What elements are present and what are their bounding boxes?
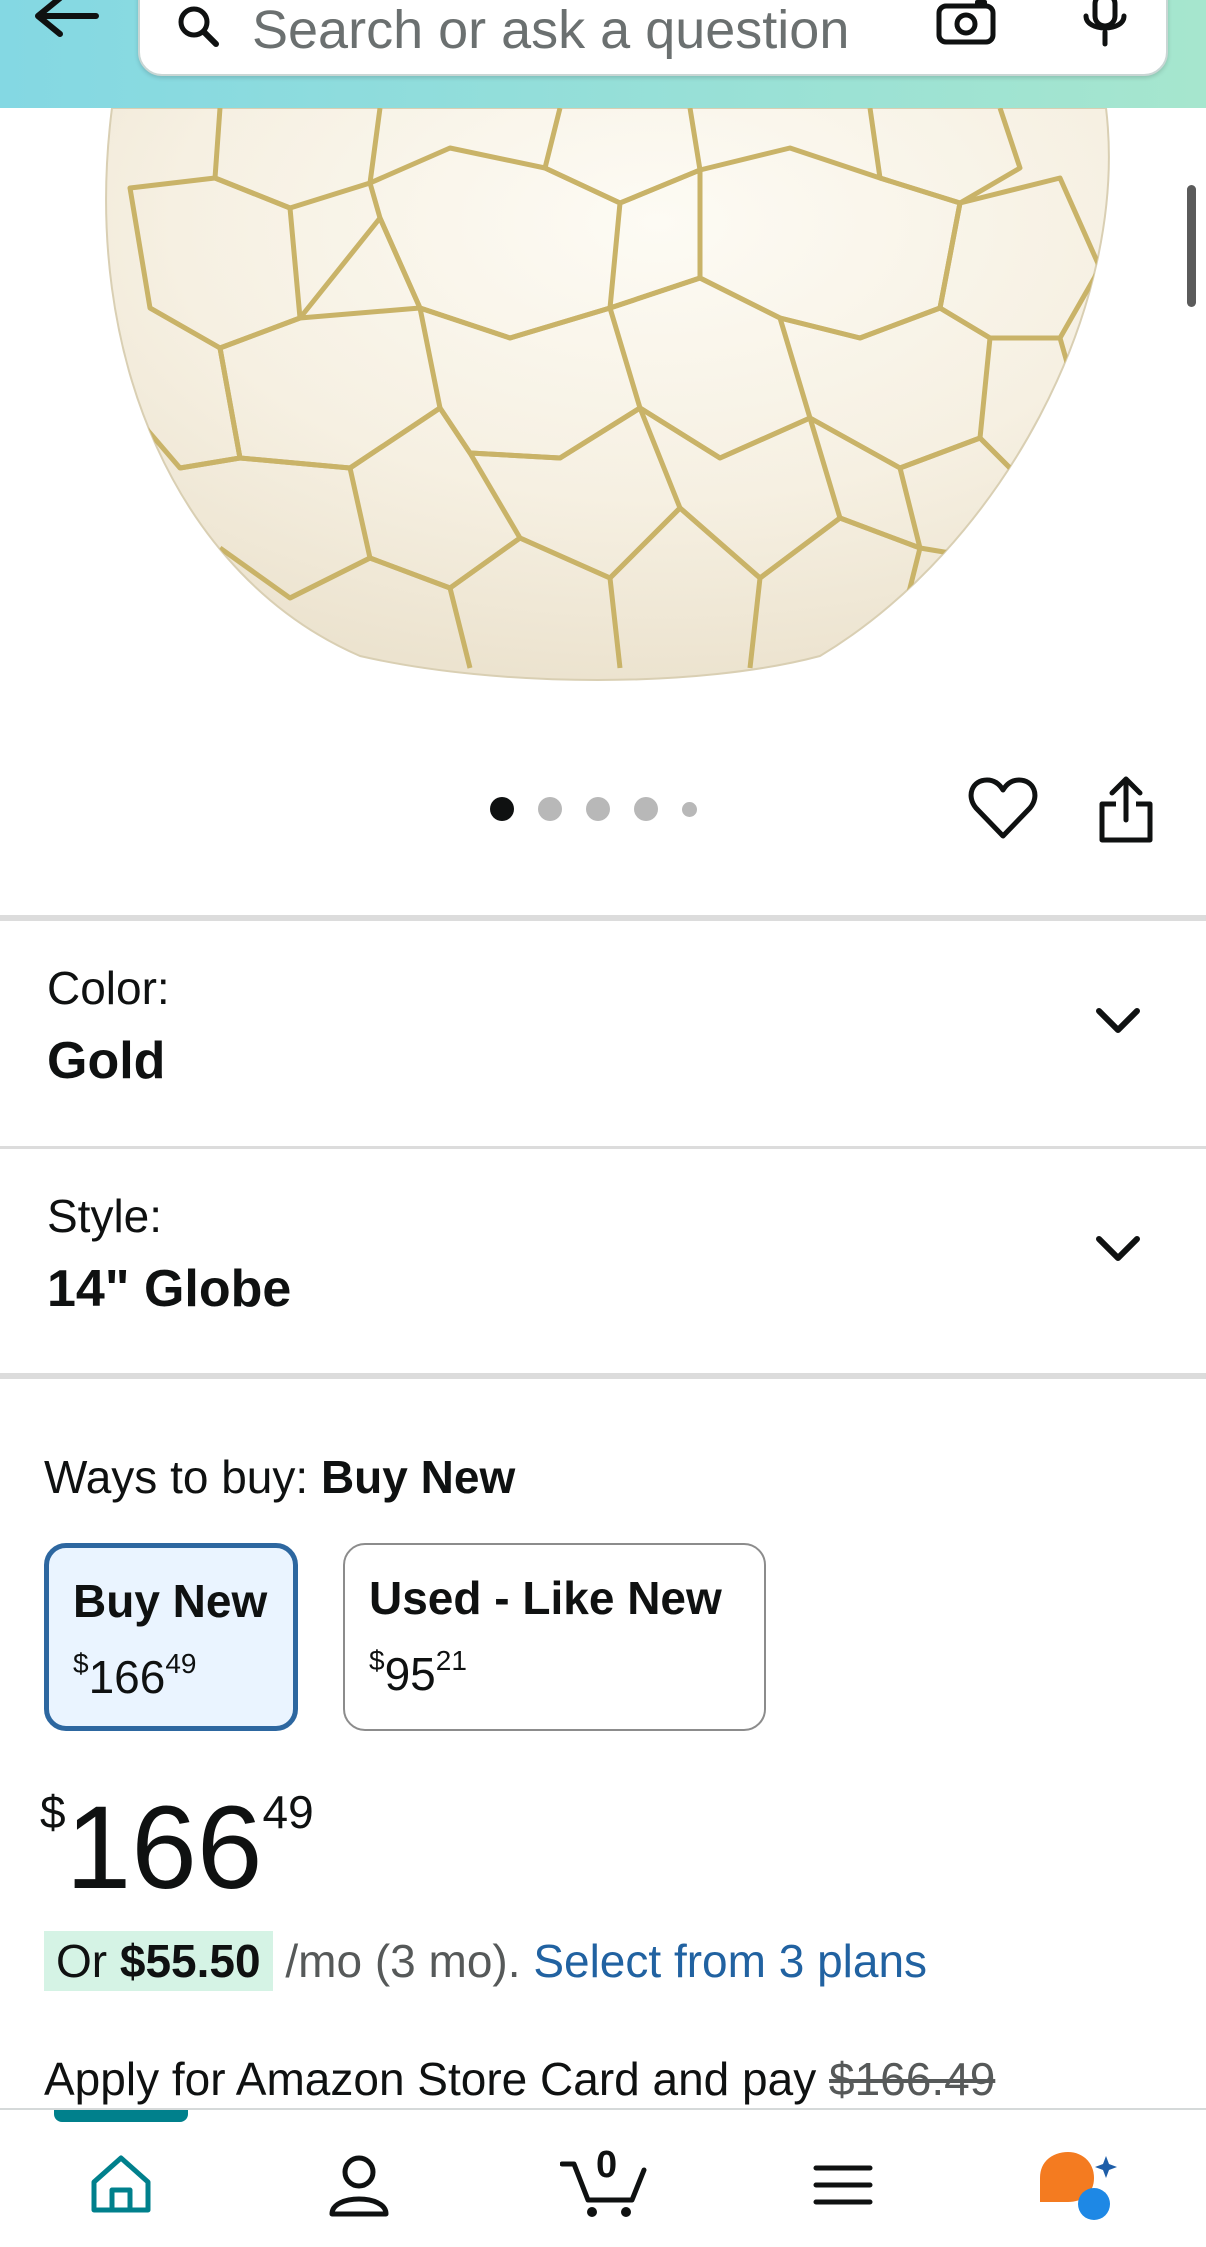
carousel-dot[interactable] — [682, 801, 697, 817]
used-like-new-option[interactable]: Used - Like New $9521 — [343, 1543, 766, 1731]
option-title: Buy New — [73, 1575, 268, 1627]
image-carousel-dots[interactable] — [490, 794, 697, 824]
section-divider — [0, 1373, 1206, 1379]
carousel-dot[interactable] — [490, 797, 514, 821]
nav-menu[interactable] — [808, 2150, 878, 2220]
share-icon — [1099, 776, 1153, 843]
price-currency: $ — [40, 1786, 66, 1838]
cart-count: 0 — [596, 2144, 618, 2186]
globe-pendant-image — [105, 107, 1110, 681]
nav-home[interactable] — [86, 2150, 156, 2220]
installment-highlight: Or $55.50 — [44, 1931, 273, 1991]
wishlist-button[interactable] — [968, 776, 1038, 842]
nav-rufus-assistant[interactable] — [1036, 2150, 1122, 2220]
microphone-icon[interactable] — [1080, 0, 1130, 50]
store-card-text: Apply for Amazon Store Card and pay — [44, 2053, 829, 2105]
select-plans-link[interactable]: Select from 3 plans — [533, 1935, 927, 1987]
carousel-dot[interactable] — [586, 797, 610, 821]
color-selector[interactable]: Color: Gold — [0, 921, 1206, 1141]
scrollbar[interactable] — [1187, 185, 1196, 307]
color-value: Gold — [47, 1032, 166, 1090]
product-price: $16649 — [40, 1780, 314, 1916]
active-tab-indicator — [54, 2110, 188, 2122]
bottom-navigation: 0 — [0, 2108, 1206, 2247]
back-button[interactable] — [30, 0, 102, 42]
carousel-dot[interactable] — [538, 797, 562, 821]
camera-icon[interactable] — [935, 0, 997, 46]
price-fraction: 49 — [262, 1786, 314, 1838]
store-card-offer[interactable]: Apply for Amazon Store Card and pay $166… — [44, 2052, 995, 2106]
carousel-dot[interactable] — [634, 797, 658, 821]
ways-to-buy: Ways to buy: Buy New — [44, 1450, 515, 1504]
buy-new-option[interactable]: Buy New $16649 — [44, 1543, 298, 1731]
nav-cart[interactable]: 0 — [559, 2144, 650, 2220]
option-title: Used - Like New — [369, 1572, 722, 1624]
nav-account[interactable] — [324, 2150, 394, 2220]
style-selector[interactable]: Style: 14" Globe — [0, 1149, 1206, 1369]
installment-terms: /mo (3 mo). — [272, 1935, 534, 1987]
color-label: Color: — [47, 962, 170, 1014]
option-price: $16649 — [73, 1648, 197, 1703]
search-icon — [178, 6, 219, 47]
back-arrow-icon — [35, 0, 99, 37]
ways-to-buy-label: Ways to buy: — [44, 1451, 309, 1503]
price-whole: 166 — [65, 1782, 263, 1914]
top-header: Search or ask a question — [0, 0, 1206, 108]
ai-assistant-icon — [1040, 2152, 1117, 2220]
installment-offer: Or $55.50 /mo (3 mo). Select from 3 plan… — [44, 1931, 927, 1991]
menu-icon — [813, 2165, 873, 2205]
option-price: $9521 — [369, 1645, 467, 1700]
search-bar[interactable]: Search or ask a question — [138, 0, 1168, 76]
person-icon — [329, 2155, 389, 2217]
style-value: 14" Globe — [47, 1260, 292, 1318]
strike-price: $166.49 — [829, 2053, 996, 2105]
style-label: Style: — [47, 1190, 163, 1242]
heart-icon — [968, 777, 1038, 839]
product-image[interactable] — [0, 107, 1206, 708]
chevron-down-icon — [1096, 1008, 1140, 1033]
home-icon — [91, 2155, 151, 2213]
chevron-down-icon — [1096, 1236, 1140, 1261]
share-button[interactable] — [1096, 774, 1156, 846]
search-input[interactable]: Search or ask a question — [252, 0, 952, 60]
ways-to-buy-selected: Buy New — [320, 1451, 516, 1503]
